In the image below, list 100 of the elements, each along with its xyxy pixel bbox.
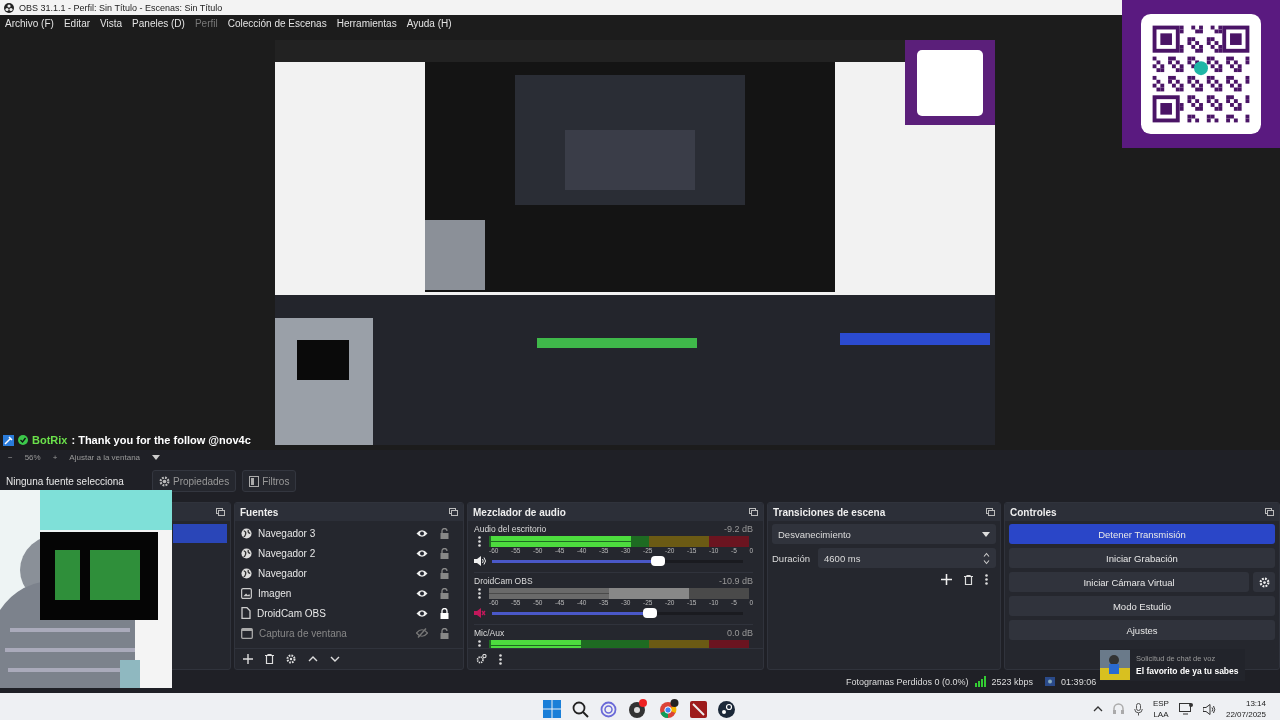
undock-icon[interactable] — [216, 508, 225, 516]
muted-speaker-icon[interactable] — [474, 608, 486, 618]
undock-icon[interactable] — [749, 508, 758, 516]
add-icon[interactable] — [941, 574, 952, 585]
volume-reading: 0.0 dB — [726, 628, 753, 638]
control-button[interactable]: Detener Transmisión — [1009, 524, 1275, 544]
source-name[interactable]: Captura de ventana — [259, 627, 410, 639]
gear-icon[interactable] — [476, 654, 487, 664]
move-down-icon[interactable] — [330, 656, 340, 662]
eye-hidden-icon[interactable] — [416, 628, 428, 638]
menu-item[interactable]: Colección de Escenas — [227, 18, 327, 29]
undock-icon[interactable] — [986, 508, 995, 516]
source-name[interactable]: Navegador 3 — [258, 527, 410, 539]
dropdown-arrow-icon[interactable] — [152, 455, 161, 460]
gear-icon — [1258, 576, 1270, 588]
clock-time[interactable]: 13:14 — [1245, 698, 1266, 709]
more-options-icon[interactable] — [985, 574, 988, 585]
unlock-icon[interactable] — [440, 547, 449, 559]
verified-icon — [18, 435, 28, 445]
transition-dropdown[interactable]: Desvanecimiento — [772, 524, 996, 544]
duration-label: Duración — [772, 552, 811, 564]
undock-icon[interactable] — [449, 508, 458, 516]
control-button[interactable]: Iniciar Cámara Virtual — [1009, 572, 1249, 592]
properties-button[interactable]: Propiedades — [152, 470, 237, 492]
settings-button[interactable] — [1253, 572, 1275, 592]
control-button[interactable]: Modo Estudio — [1009, 596, 1275, 616]
bitrate-status: 2523 kbps — [991, 676, 1034, 687]
window-icon — [241, 627, 253, 639]
filters-button[interactable]: Filtros — [242, 470, 297, 492]
signal-bars-icon — [974, 676, 986, 687]
source-name[interactable]: Navegador 2 — [258, 547, 410, 559]
channel-name: Audio del escritorio — [474, 524, 547, 534]
file-icon — [241, 607, 251, 619]
slider-thumb[interactable] — [650, 556, 665, 566]
dropped-frames-status: Fotogramas Perdidos 0 (0.0%) — [846, 676, 969, 687]
add-icon[interactable] — [243, 654, 253, 664]
slider-thumb[interactable] — [643, 608, 658, 618]
keyboard-layout[interactable]: LAA — [1153, 709, 1169, 720]
speaker-icon[interactable] — [474, 556, 486, 566]
zoom-in-button[interactable]: + — [52, 453, 58, 462]
alert-username: BotRix — [32, 434, 68, 446]
menu-item[interactable]: Editar — [63, 18, 91, 29]
eye-icon[interactable] — [416, 548, 428, 558]
volume-slider[interactable] — [492, 611, 743, 615]
more-options-icon[interactable] — [478, 640, 481, 648]
undock-icon[interactable] — [1265, 508, 1274, 516]
source-name[interactable]: DroidCam OBS — [257, 607, 410, 619]
panel-title: Mezclador de audio — [473, 506, 566, 518]
start-icon[interactable] — [543, 700, 561, 718]
game-app-icon[interactable] — [690, 700, 707, 718]
microphone-icon[interactable] — [1133, 702, 1143, 716]
control-button[interactable]: Ajustes — [1009, 620, 1275, 640]
unlock-icon[interactable] — [440, 567, 449, 579]
more-options-icon[interactable] — [478, 588, 481, 599]
menu-item[interactable]: Paneles (D) — [132, 18, 185, 29]
panel-title: Controles — [1010, 506, 1057, 518]
unlock-icon[interactable] — [440, 627, 449, 639]
volume-icon[interactable] — [1202, 703, 1216, 715]
zoom-level: 56% — [24, 453, 41, 462]
recorder-app-icon[interactable] — [628, 699, 648, 719]
network-icon[interactable] — [1178, 703, 1193, 715]
unlock-icon[interactable] — [440, 527, 449, 539]
source-name[interactable]: Imagen — [258, 587, 410, 599]
eye-icon[interactable] — [416, 608, 428, 618]
more-options-icon[interactable] — [499, 653, 502, 665]
duration-field[interactable]: 4600 ms — [818, 548, 996, 568]
window-title: OBS 31.1.1 - Perfil: Sin Título - Escenas: Sin Título — [19, 2, 223, 13]
panel-title: Transiciones de escena — [773, 506, 886, 518]
unlock-icon[interactable] — [440, 587, 449, 599]
lock-icon[interactable] — [440, 607, 449, 619]
eye-icon[interactable] — [416, 568, 428, 578]
eye-icon[interactable] — [416, 528, 428, 538]
spinner-arrows-icon — [983, 551, 990, 565]
source-name[interactable]: Navegador — [258, 567, 410, 579]
menu-item[interactable]: Ayuda (H) — [406, 18, 452, 29]
search-icon[interactable] — [572, 700, 589, 718]
menu-item[interactable]: Vista — [100, 18, 123, 29]
stream-icon — [1045, 677, 1056, 686]
ring-app-icon[interactable] — [600, 700, 617, 718]
more-options-icon[interactable] — [478, 536, 481, 547]
alert-message: : Thank you for the follow @nov4c — [71, 434, 251, 446]
trash-icon[interactable] — [265, 654, 274, 664]
menu-item[interactable]: Herramientas — [336, 18, 397, 29]
menu-item[interactable]: Archivo (F) — [5, 18, 54, 29]
zoom-out-button[interactable]: − — [8, 453, 13, 462]
control-button[interactable]: Iniciar Grabación — [1009, 548, 1275, 568]
browser-icon[interactable] — [659, 699, 679, 719]
trash-icon[interactable] — [964, 574, 973, 585]
channel-name: Mic/Aux — [474, 628, 505, 638]
gear-icon[interactable] — [286, 654, 296, 664]
game-launcher-icon[interactable] — [718, 700, 735, 718]
volume-slider[interactable] — [492, 559, 743, 563]
dropdown-arrow-icon — [982, 531, 990, 537]
input-language[interactable]: ESP — [1152, 698, 1169, 709]
fit-to-window-option[interactable]: Ajustar a la ventana — [69, 453, 141, 462]
chevron-up-icon[interactable] — [1092, 706, 1103, 712]
move-up-icon[interactable] — [308, 656, 318, 662]
globe-icon — [241, 567, 252, 579]
clock-date[interactable]: 22/07/2025 — [1225, 709, 1266, 720]
eye-icon[interactable] — [416, 588, 428, 598]
